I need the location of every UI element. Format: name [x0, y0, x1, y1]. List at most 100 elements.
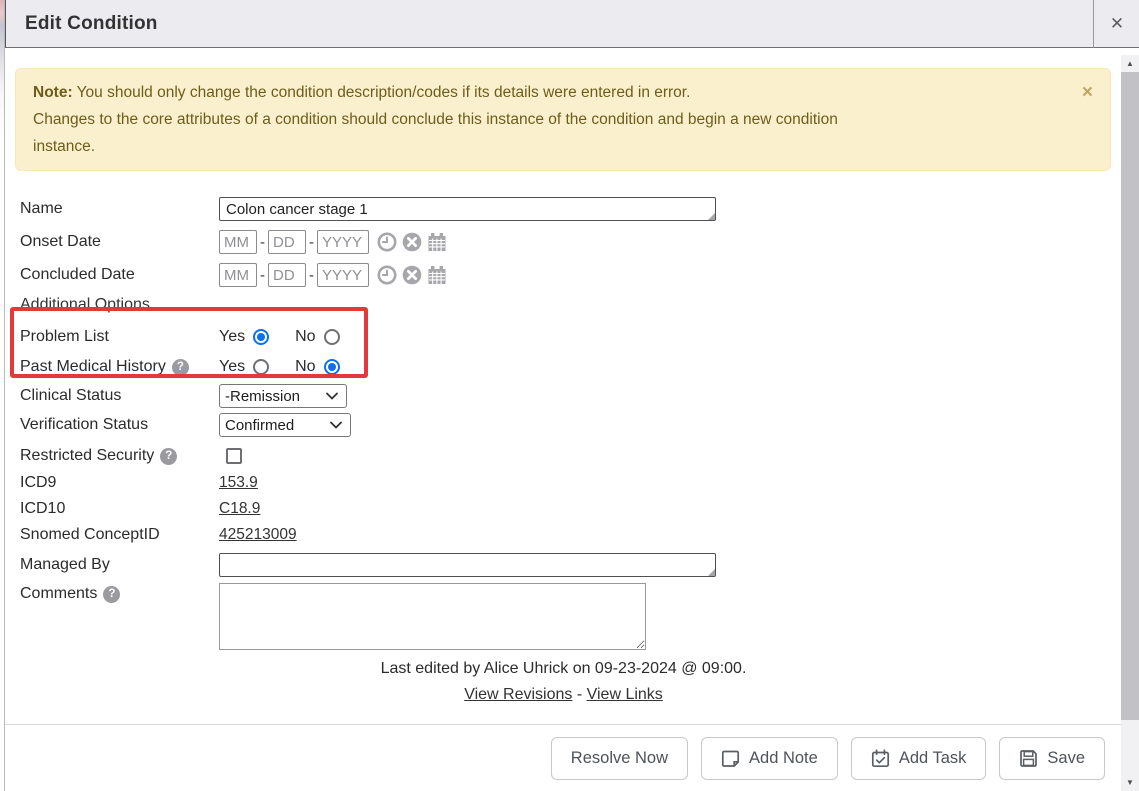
- note-line-1: Note: You should only change the conditi…: [33, 79, 1050, 106]
- add-task-label: Add Task: [899, 749, 967, 768]
- modal-header: Edit Condition ✕: [5, 0, 1139, 48]
- resolve-now-button[interactable]: Resolve Now: [551, 737, 688, 780]
- note-icon: [721, 749, 740, 768]
- action-buttons: Resolve Now Add Note Add Task: [5, 737, 1122, 780]
- verification-status-value: Confirmed: [225, 417, 294, 434]
- icd10-label: ICD10: [20, 500, 219, 518]
- input-grip-icon: [708, 213, 715, 220]
- concluded-year-input[interactable]: [317, 263, 369, 287]
- clinical-status-value: -Remission: [225, 388, 300, 405]
- close-icon: ✕: [1110, 14, 1124, 34]
- note-line-3: instance.: [33, 133, 1050, 160]
- additional-options-link[interactable]: Additional Options: [20, 296, 150, 314]
- comments-row: Comments ?: [20, 583, 1122, 650]
- vertical-scrollbar[interactable]: ▲ ▼: [1121, 55, 1139, 791]
- additional-options-row: Additional Options: [20, 296, 1122, 314]
- current-time-icon[interactable]: [377, 265, 397, 285]
- restricted-security-checkbox[interactable]: [226, 448, 242, 464]
- comments-label: Comments: [20, 585, 97, 603]
- note-line-2: Changes to the core attributes of a cond…: [33, 106, 1050, 133]
- pmh-no-radio[interactable]: [324, 359, 340, 375]
- links-separator: -: [572, 686, 586, 703]
- verification-status-select[interactable]: Confirmed: [219, 413, 351, 437]
- managed-by-label: Managed By: [20, 556, 219, 574]
- note-prefix: Note:: [33, 84, 73, 101]
- date-separator: -: [260, 267, 265, 284]
- help-icon[interactable]: ?: [160, 448, 177, 465]
- save-icon: [1019, 749, 1038, 768]
- managed-by-row: Managed By: [20, 553, 1122, 577]
- concluded-date-label: Concluded Date: [20, 266, 219, 284]
- banner-dismiss-icon[interactable]: ×: [1082, 83, 1093, 102]
- close-button[interactable]: ✕: [1093, 0, 1139, 48]
- scroll-down-arrow-icon[interactable]: ▼: [1121, 774, 1139, 791]
- resolve-now-label: Resolve Now: [571, 749, 668, 768]
- past-medical-history-label: Past Medical History: [20, 358, 166, 376]
- calendar-picker-icon[interactable]: [427, 232, 447, 252]
- revision-links: View Revisions - View Links: [5, 686, 1122, 706]
- problem-list-row: Problem List Yes No: [20, 324, 1122, 350]
- add-note-label: Add Note: [749, 749, 818, 768]
- pmh-yes-label: Yes: [219, 358, 245, 376]
- name-input[interactable]: [219, 197, 716, 221]
- scroll-up-arrow-icon[interactable]: ▲: [1121, 55, 1139, 72]
- calendar-picker-icon[interactable]: [427, 265, 447, 285]
- current-time-icon[interactable]: [377, 232, 397, 252]
- snomed-code-link[interactable]: 425213009: [219, 526, 297, 544]
- footer-divider: [5, 724, 1122, 725]
- icd9-label: ICD9: [20, 474, 219, 492]
- problem-list-yes-label: Yes: [219, 328, 245, 346]
- comments-textarea[interactable]: [219, 583, 646, 650]
- onset-date-row: Onset Date - -: [20, 230, 1122, 254]
- onset-day-input[interactable]: [268, 230, 306, 254]
- problem-list-yes-radio[interactable]: [253, 329, 269, 345]
- concluded-month-input[interactable]: [219, 263, 257, 287]
- clear-date-icon[interactable]: [402, 232, 422, 252]
- verification-status-label: Verification Status: [20, 416, 219, 434]
- page-title: Edit Condition: [6, 13, 158, 35]
- condition-form: Name Onset Date - -: [20, 197, 1122, 650]
- save-label: Save: [1047, 749, 1085, 768]
- save-button[interactable]: Save: [999, 737, 1105, 780]
- view-links-link[interactable]: View Links: [587, 686, 663, 703]
- concluded-date-row: Concluded Date - -: [20, 263, 1122, 287]
- date-separator: -: [260, 234, 265, 251]
- clinical-status-select[interactable]: -Remission: [219, 384, 347, 408]
- clear-date-icon[interactable]: [402, 265, 422, 285]
- icd10-code-link[interactable]: C18.9: [219, 500, 260, 518]
- chevron-down-icon: [330, 421, 342, 429]
- name-label: Name: [20, 200, 219, 218]
- help-icon[interactable]: ?: [172, 359, 189, 376]
- concluded-day-input[interactable]: [268, 263, 306, 287]
- snomed-label: Snomed ConceptID: [20, 526, 219, 544]
- restricted-security-label: Restricted Security: [20, 447, 154, 465]
- scrollbar-thumb[interactable]: [1121, 72, 1139, 720]
- date-separator: -: [309, 267, 314, 284]
- pmh-no-label: No: [295, 358, 315, 376]
- add-task-button[interactable]: Add Task: [851, 737, 987, 780]
- clinical-status-label: Clinical Status: [20, 387, 219, 405]
- onset-date-label: Onset Date: [20, 233, 219, 251]
- past-medical-history-row: Past Medical History ? Yes No: [20, 354, 1122, 380]
- add-note-button[interactable]: Add Note: [701, 737, 838, 780]
- chevron-down-icon: [326, 392, 338, 400]
- icd9-row: ICD9 153.9: [20, 473, 1122, 493]
- icd9-code-link[interactable]: 153.9: [219, 474, 258, 492]
- edit-condition-dialog: Edit Condition ✕ Note: You should only c…: [0, 0, 1139, 791]
- calendar-task-icon: [871, 749, 890, 768]
- last-edited-text: Last edited by Alice Uhrick on 09-23-202…: [5, 660, 1122, 681]
- onset-year-input[interactable]: [317, 230, 369, 254]
- note-banner: Note: You should only change the conditi…: [15, 68, 1111, 171]
- restricted-security-row: Restricted Security ?: [20, 445, 1122, 467]
- problem-list-no-radio[interactable]: [324, 329, 340, 345]
- pmh-yes-radio[interactable]: [253, 359, 269, 375]
- problem-list-no-label: No: [295, 328, 315, 346]
- managed-by-input[interactable]: [219, 553, 716, 577]
- help-icon[interactable]: ?: [103, 586, 120, 603]
- snomed-row: Snomed ConceptID 425213009: [20, 525, 1122, 545]
- view-revisions-link[interactable]: View Revisions: [464, 686, 572, 703]
- icd10-row: ICD10 C18.9: [20, 499, 1122, 519]
- name-row: Name: [20, 197, 1122, 221]
- onset-month-input[interactable]: [219, 230, 257, 254]
- verification-status-row: Verification Status Confirmed: [20, 413, 1122, 437]
